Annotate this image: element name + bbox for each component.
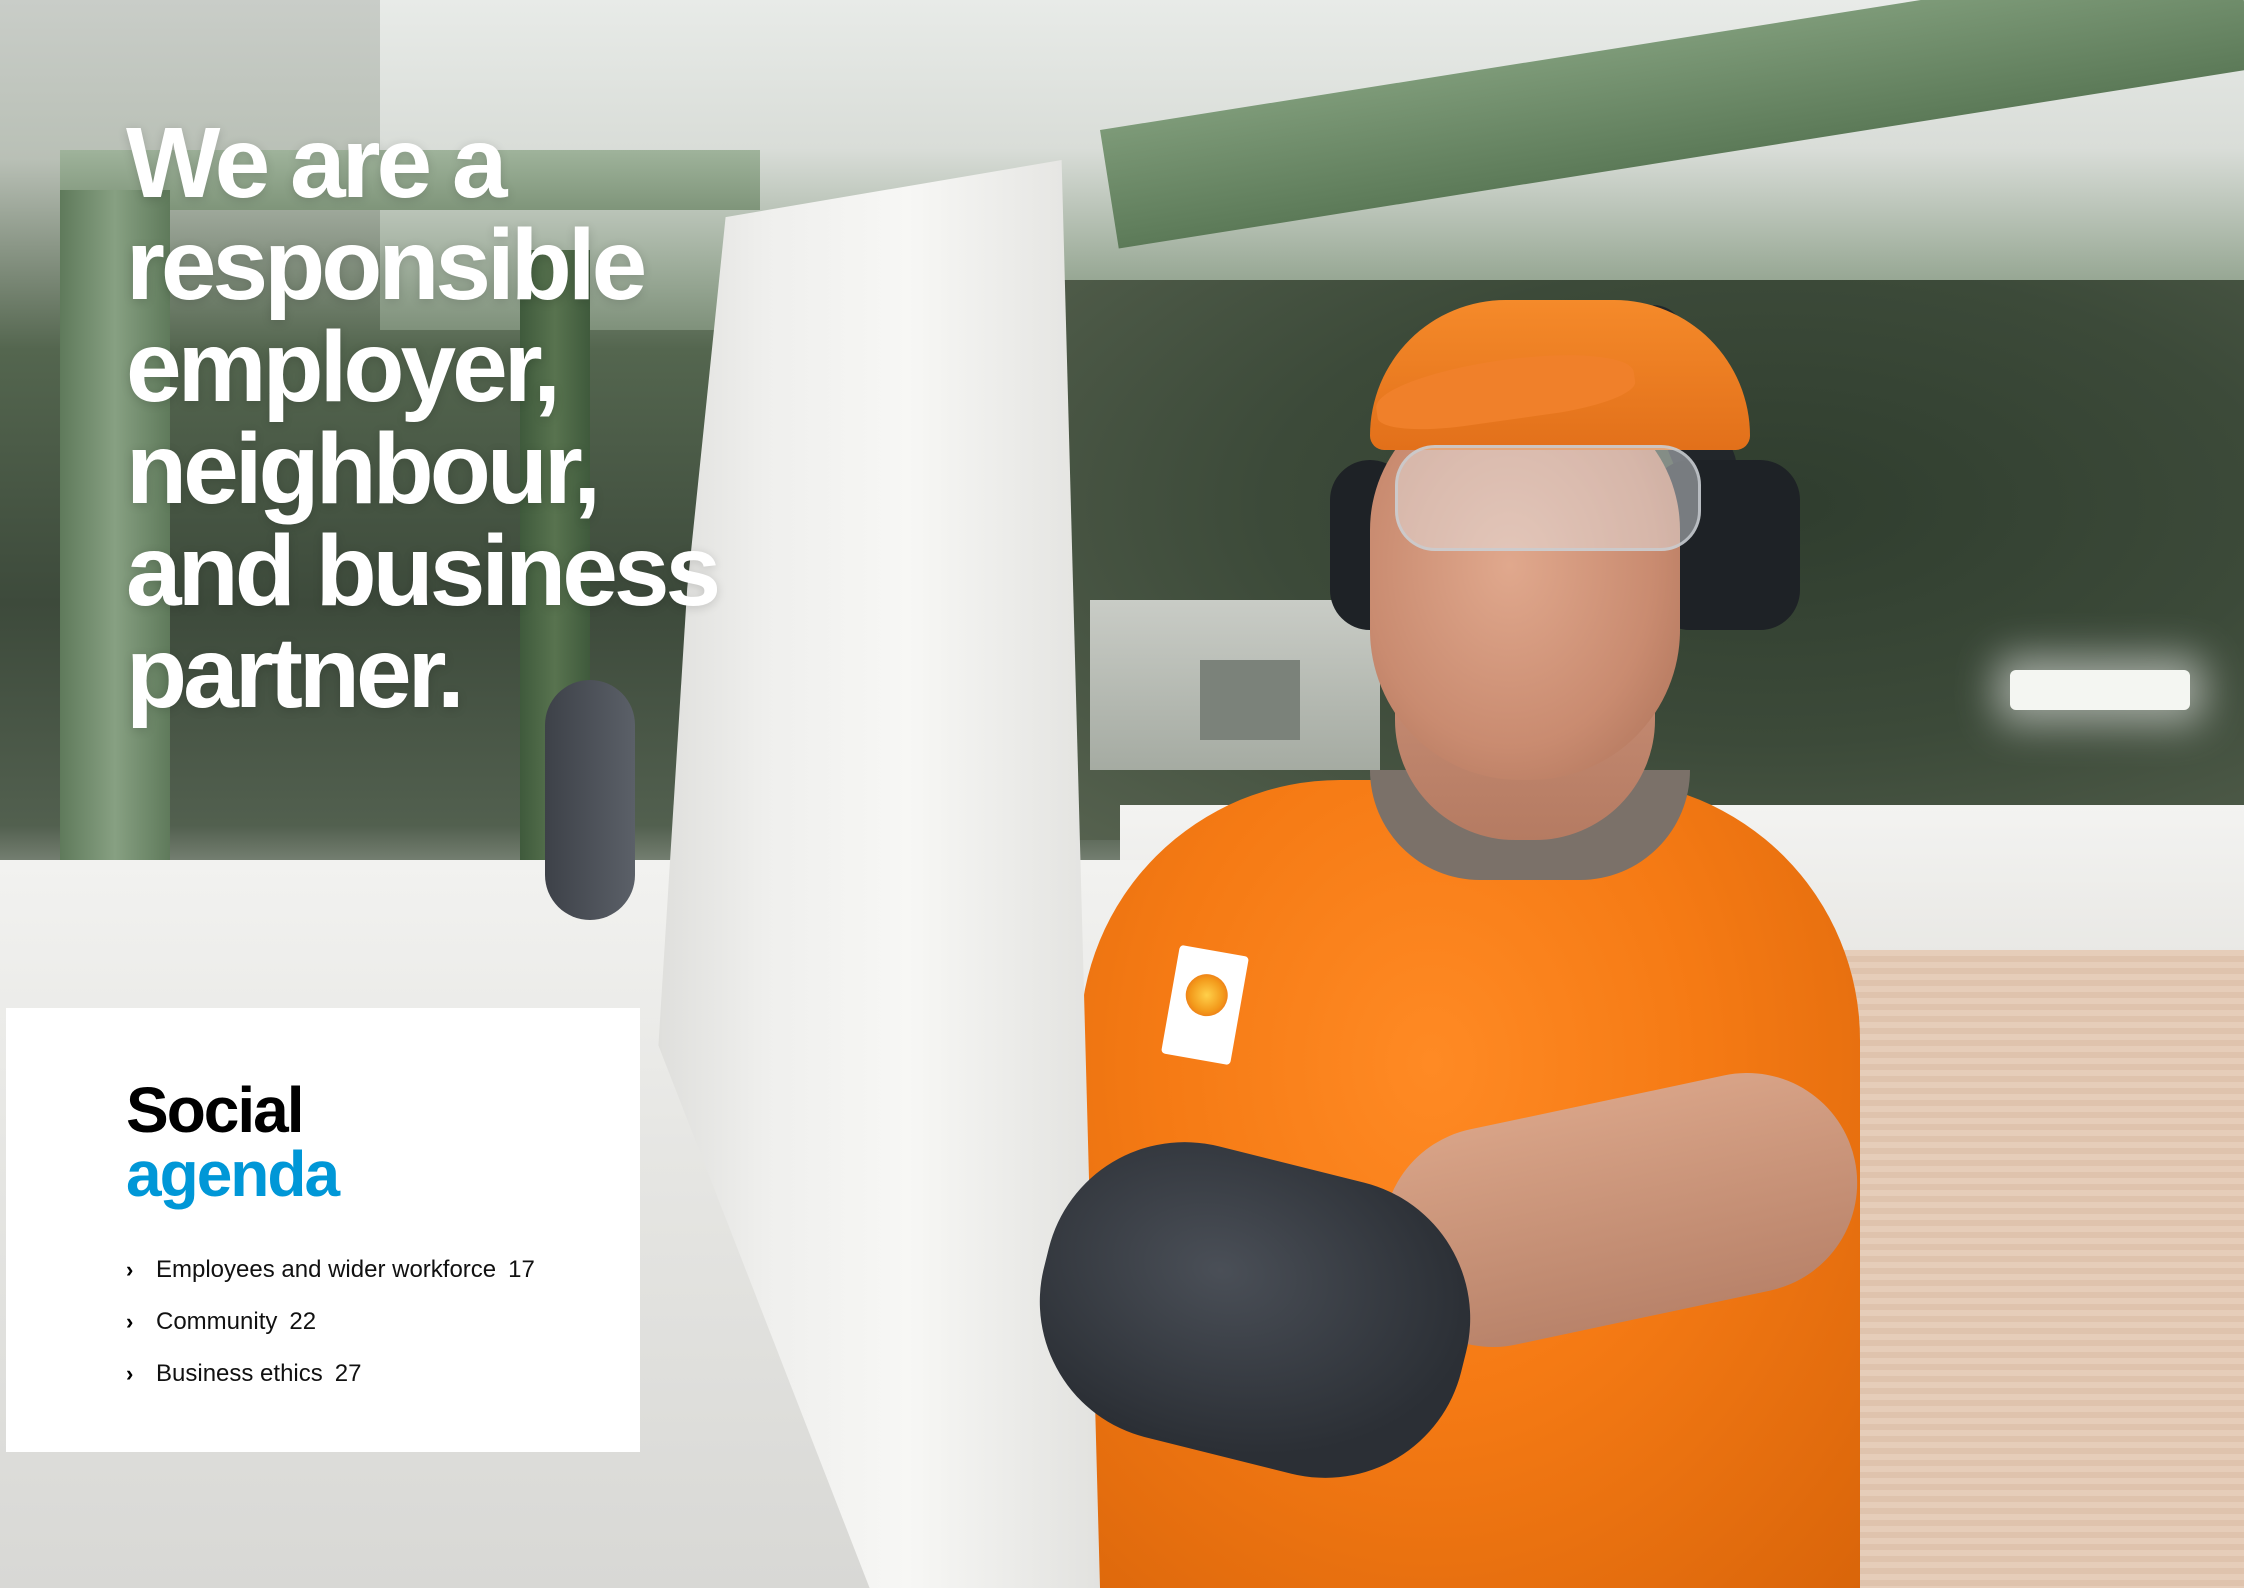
page: We are a responsible employer, neighbour… xyxy=(0,0,2244,1588)
headline-line: and business xyxy=(126,515,721,627)
headline-line: employer, xyxy=(126,311,561,423)
chevron-right-icon: › xyxy=(126,1309,134,1334)
headline: We are a responsible employer, neighbour… xyxy=(126,112,846,724)
headline-line: neighbour, xyxy=(126,413,601,525)
section-title-line2: agenda xyxy=(126,1138,340,1210)
contents-item-page: 17 xyxy=(508,1256,535,1283)
contents-item-business-ethics[interactable]: › Business ethics 27 xyxy=(126,1348,535,1400)
contents-item-page: 22 xyxy=(289,1308,317,1335)
chevron-right-icon: › xyxy=(126,1257,134,1282)
contents-item-label: Business ethics xyxy=(156,1360,323,1387)
section-title: Social agenda xyxy=(126,1074,340,1210)
contents-item-community[interactable]: › Community 22 xyxy=(126,1296,535,1348)
contents-item-label: Community xyxy=(156,1308,278,1335)
contents-item-employees[interactable]: › Employees and wider workforce 17 xyxy=(126,1244,535,1296)
chevron-right-icon: › xyxy=(126,1361,134,1386)
headline-line: We are a xyxy=(126,107,508,219)
section-title-line1: Social xyxy=(126,1074,305,1146)
headline-line: partner. xyxy=(126,617,465,729)
contents-list: › Employees and wider workforce 17 › Com… xyxy=(126,1244,535,1400)
contents-item-label: Employees and wider workforce xyxy=(156,1256,497,1283)
contents-item-page: 27 xyxy=(334,1360,362,1387)
headline-line: responsible xyxy=(126,209,647,321)
section-contents-panel: Social agenda › Employees and wider work… xyxy=(6,1008,640,1452)
